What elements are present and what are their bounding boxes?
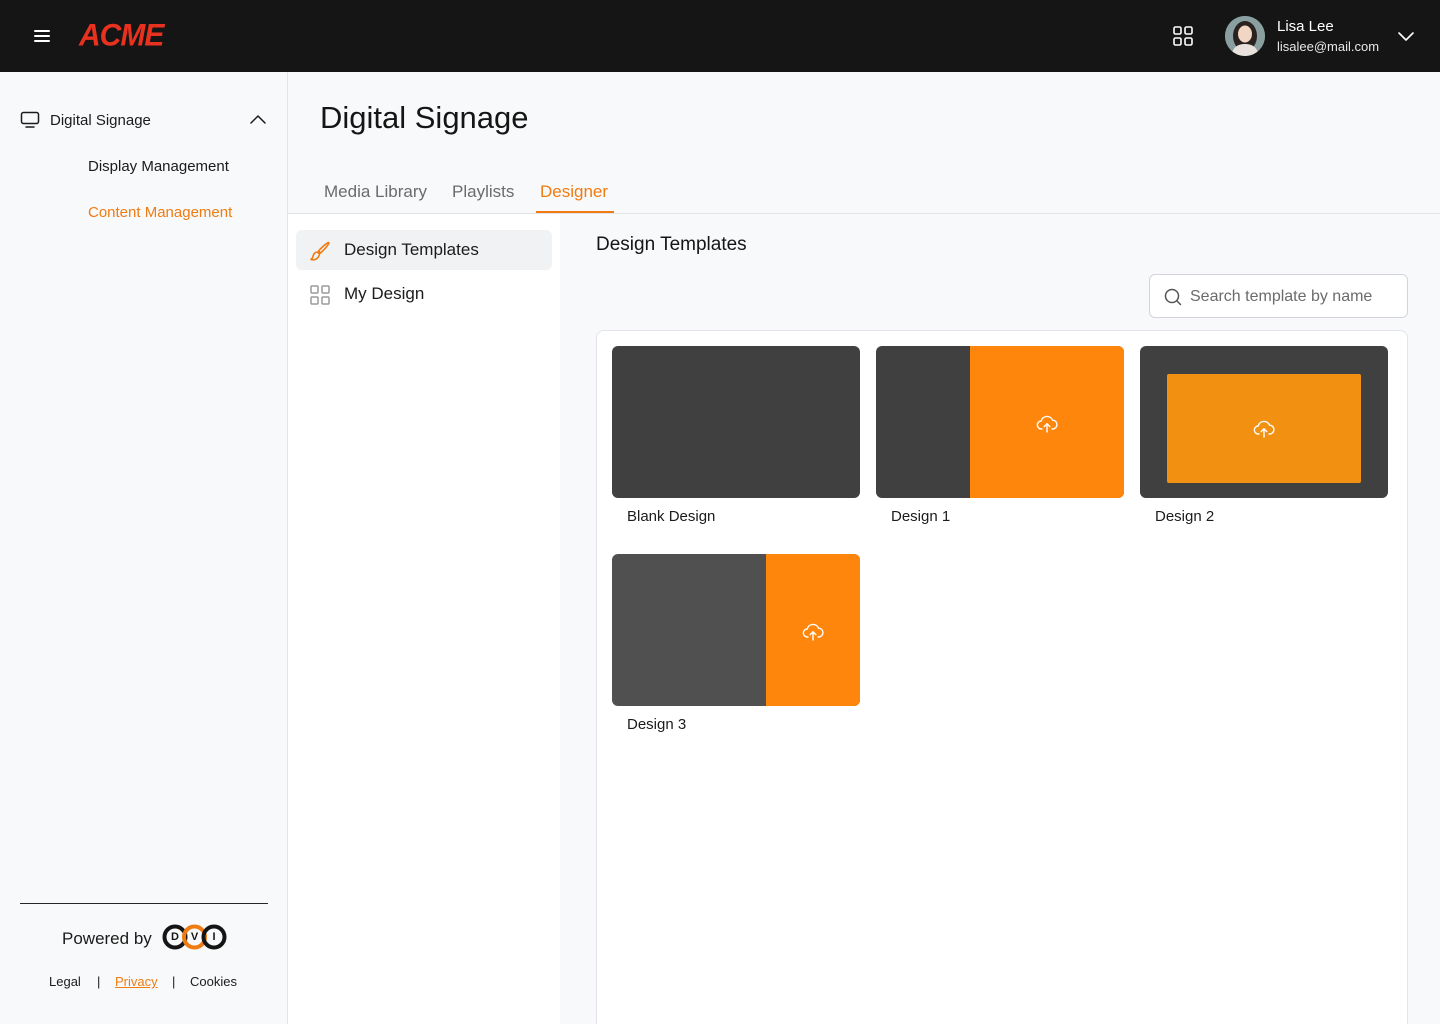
cloud-upload-icon	[802, 623, 824, 641]
paintbrush-icon	[310, 241, 330, 261]
grid-icon	[310, 285, 330, 305]
dvi-logo-letter: D	[171, 931, 179, 943]
tab-bar: Media Library Playlists Designer	[288, 172, 1440, 214]
footer-separator: |	[97, 974, 101, 989]
sidebar-item-content-management[interactable]: Content Management	[88, 204, 232, 221]
template-card-design-2[interactable]: Design 2	[1140, 346, 1388, 526]
sidebar: Digital Signage Display Management Conte…	[0, 72, 288, 1024]
subnav-item-label: My Design	[344, 284, 425, 303]
templates-content: Design Templates Blank Design Design 1	[560, 214, 1440, 1024]
monitor-icon	[20, 111, 40, 128]
user-avatar[interactable]	[1225, 16, 1265, 56]
top-bar: ACME Lisa Lee lisalee@mail.com	[0, 0, 1440, 72]
dvi-logo-letter: V	[190, 931, 199, 943]
template-thumbnail	[1140, 346, 1388, 498]
chevron-up-icon[interactable]	[248, 112, 268, 128]
dvi-logo-letter: I	[212, 931, 216, 943]
template-thumbnail	[612, 554, 860, 706]
sidebar-divider	[20, 903, 268, 904]
search-input[interactable]	[1190, 283, 1400, 311]
tab-media-library[interactable]: Media Library	[324, 182, 427, 202]
active-tab-indicator	[536, 211, 614, 213]
template-card-design-3[interactable]: Design 3	[612, 554, 860, 734]
acme-logo[interactable]: ACME	[79, 17, 164, 55]
powered-by: Powered by D V I	[0, 923, 288, 953]
subnav-my-design[interactable]: My Design	[296, 274, 552, 314]
subnav-item-label: Design Templates	[344, 240, 479, 259]
cloud-upload-icon	[1253, 420, 1275, 438]
user-name: Lisa Lee	[1277, 18, 1334, 35]
template-card-blank-design[interactable]: Blank Design	[612, 346, 860, 526]
hamburger-menu-icon[interactable]	[26, 22, 58, 50]
cookies-link[interactable]: Cookies	[190, 974, 237, 989]
template-label: Design 1	[891, 508, 951, 525]
powered-by-label: Powered by	[62, 929, 152, 948]
search-icon	[1164, 288, 1182, 306]
template-label: Blank Design	[627, 508, 716, 525]
tab-playlists[interactable]: Playlists	[452, 182, 514, 202]
sidebar-item-display-management[interactable]: Display Management	[88, 158, 229, 175]
template-grid: Blank Design Design 1 Design 2 Design 3	[596, 330, 1408, 1024]
apps-grid-icon[interactable]	[1168, 22, 1198, 50]
footer-links: Legal | Privacy | Cookies	[0, 974, 288, 992]
search-box	[1149, 274, 1408, 318]
template-card-design-1[interactable]: Design 1	[876, 346, 1124, 526]
template-label: Design 3	[627, 716, 687, 733]
user-email: lisalee@mail.com	[1277, 39, 1380, 54]
sidebar-item-digital-signage[interactable]: Digital Signage	[20, 108, 270, 134]
chevron-down-icon[interactable]	[1394, 26, 1418, 46]
template-thumbnail	[876, 346, 1124, 498]
cloud-upload-icon	[1036, 415, 1058, 433]
privacy-link[interactable]: Privacy	[115, 974, 158, 989]
subnav-design-templates[interactable]: Design Templates	[296, 230, 552, 270]
tab-designer[interactable]: Designer	[540, 182, 608, 202]
sidebar-item-label: Digital Signage	[50, 112, 151, 129]
template-thumbnail	[612, 346, 860, 498]
page-title: Digital Signage	[320, 100, 529, 135]
footer-separator: |	[172, 974, 176, 989]
template-label: Design 2	[1155, 508, 1215, 525]
legal-link[interactable]: Legal	[49, 974, 81, 989]
designer-subnav: Design Templates My Design	[288, 214, 560, 1024]
section-title: Design Templates	[596, 234, 747, 255]
